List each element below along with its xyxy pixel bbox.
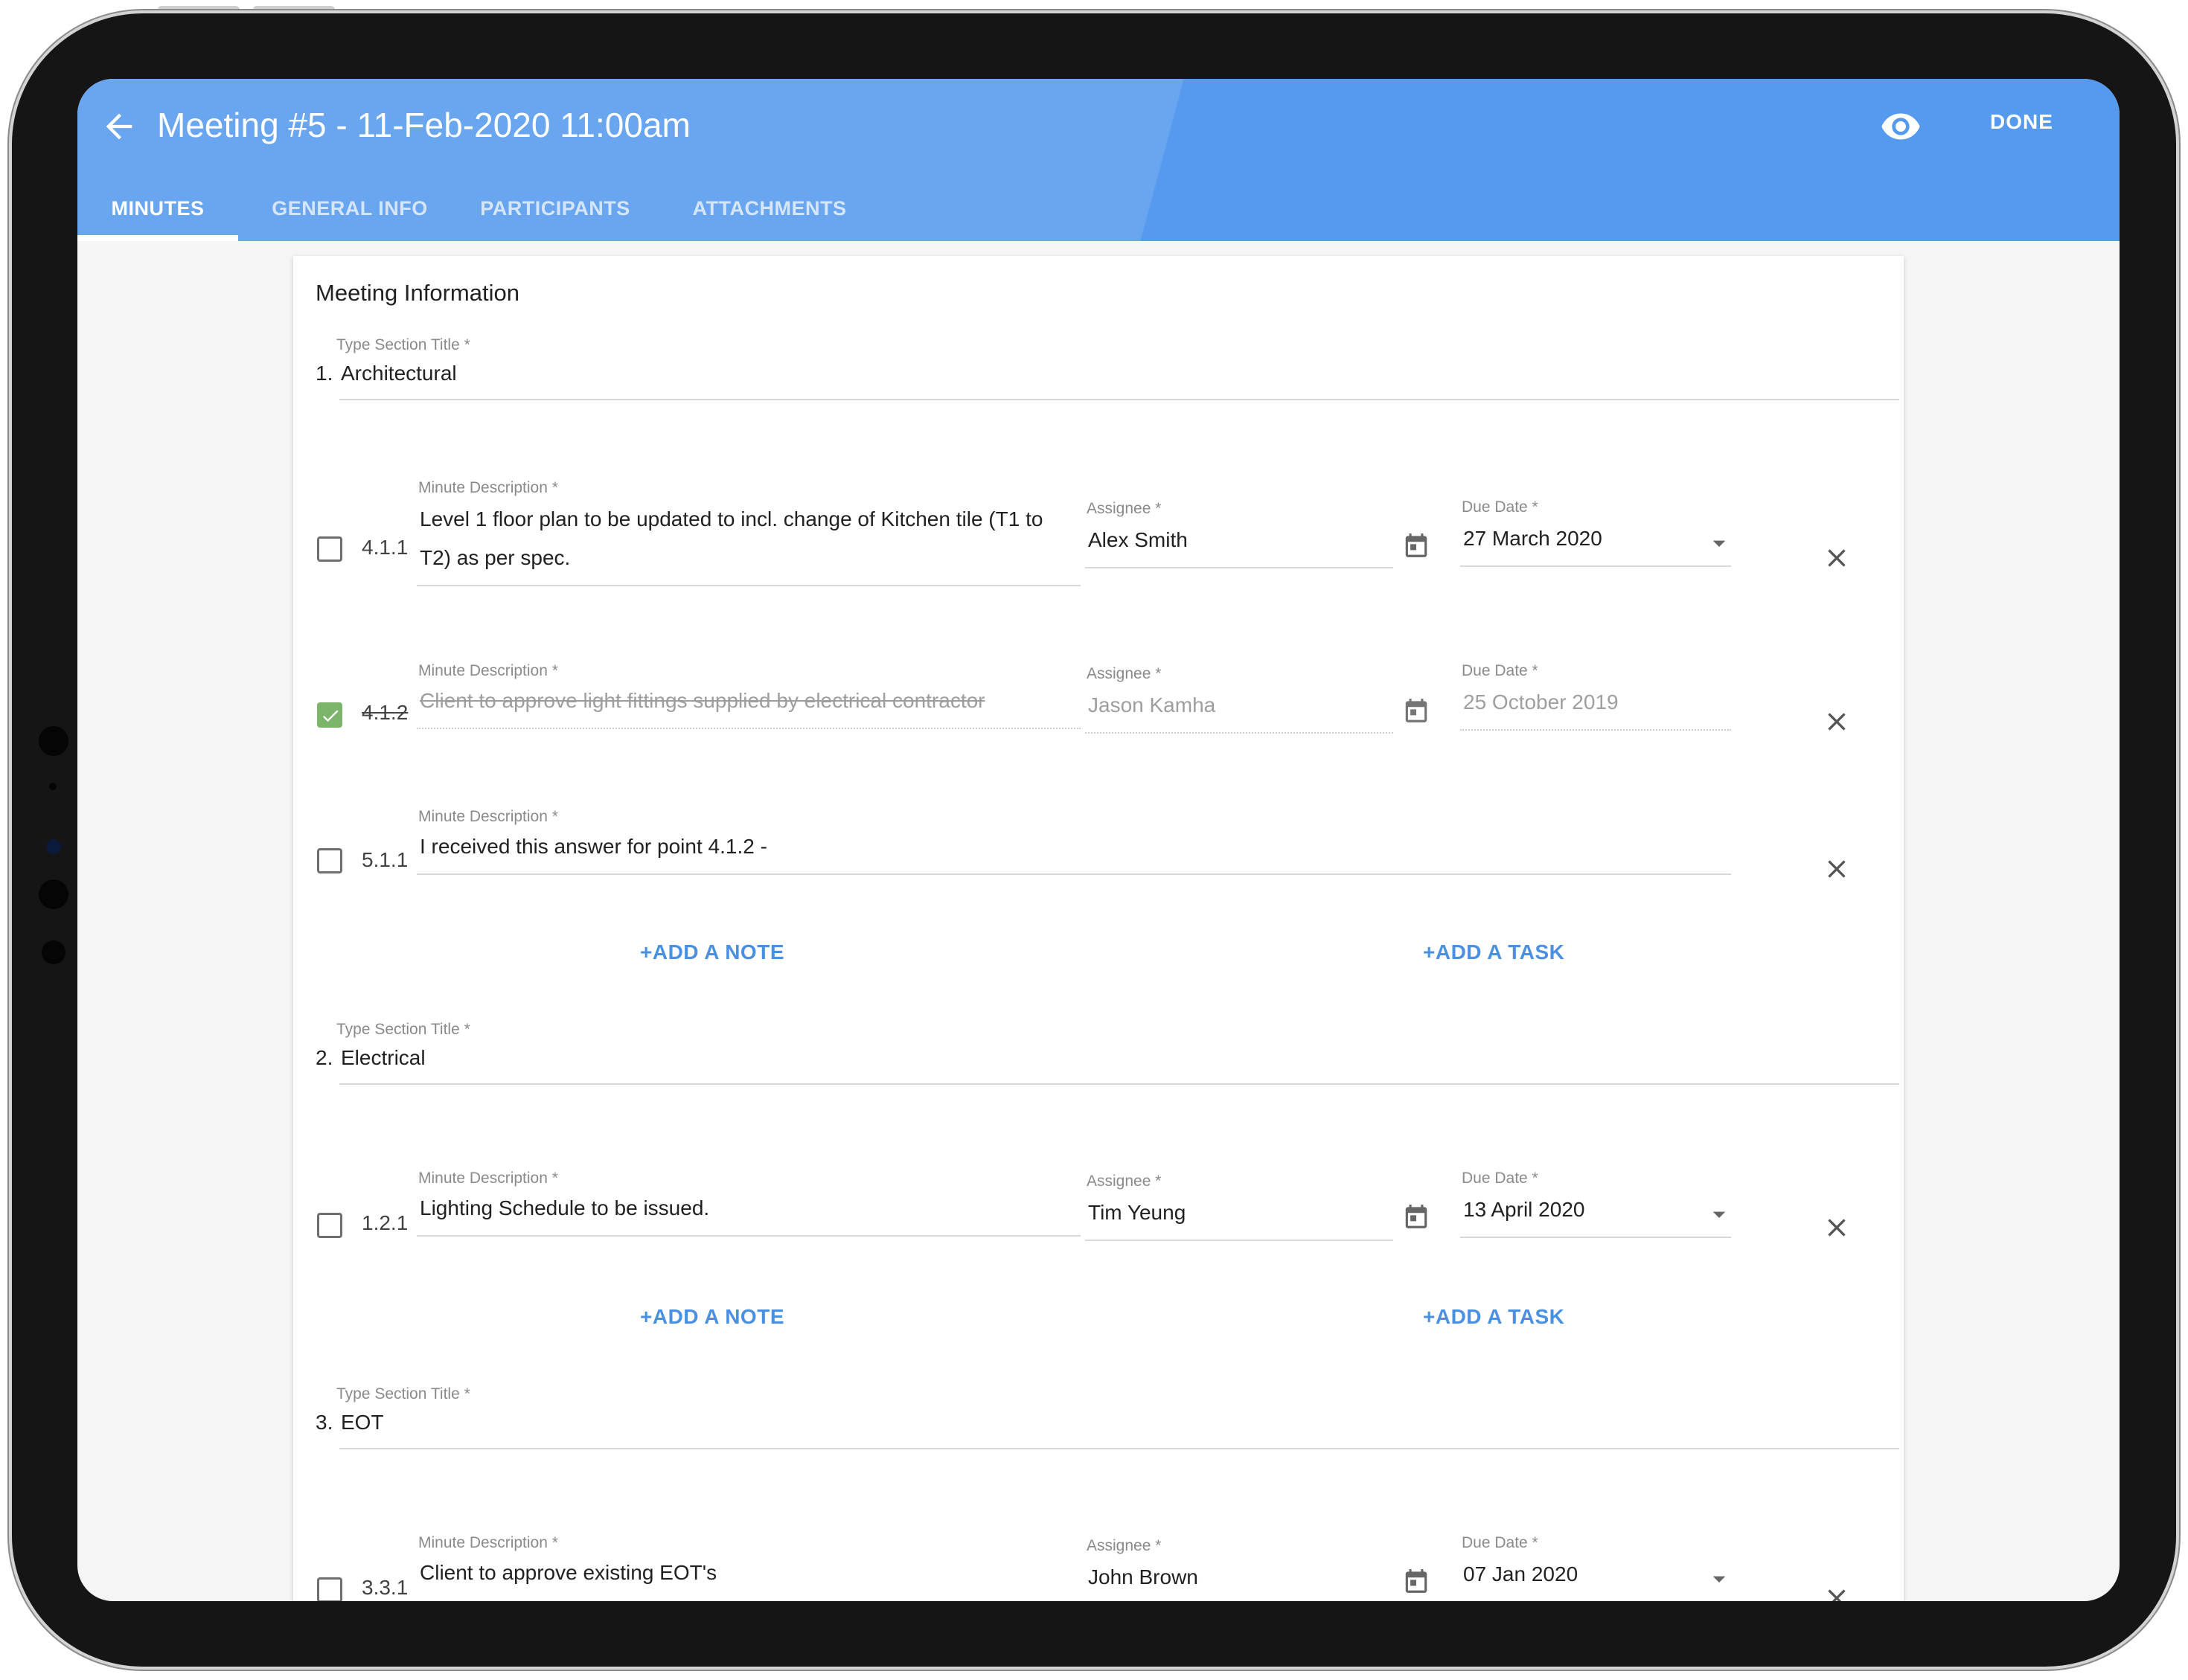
add-task-button[interactable]: +ADD A TASK [1423, 940, 1564, 964]
chevron-down-icon[interactable] [1704, 1199, 1734, 1229]
card-title: Meeting Information [316, 280, 519, 306]
section-title-underline [339, 1083, 1899, 1085]
due-date-label: Due Date * [1462, 1170, 1538, 1187]
section-title-label: Type Section Title * [336, 336, 470, 353]
minute-description-label: Minute Description * [418, 808, 558, 825]
section-title-underline [339, 1448, 1899, 1449]
tab-minutes[interactable]: MINUTES [77, 185, 238, 241]
tab-attachments[interactable]: ATTACHMENTS [688, 185, 851, 241]
sensor-dot [39, 726, 68, 756]
chevron-down-icon[interactable] [1704, 528, 1734, 558]
close-icon[interactable] [1822, 1213, 1852, 1243]
chevron-down-icon[interactable] [1704, 1564, 1734, 1594]
due-date-underline [1460, 565, 1731, 567]
app-screen: Meeting #5 - 11-Feb-2020 11:00am DONE MI… [77, 79, 2120, 1601]
minute-description-input[interactable]: Lighting Schedule to be issued. [420, 1189, 709, 1228]
arrow-left-icon[interactable] [100, 107, 138, 146]
tab-general-info[interactable]: GENERAL INFO [268, 185, 432, 241]
due-date-label: Due Date * [1462, 662, 1538, 679]
minute-description-label: Minute Description * [418, 1534, 558, 1551]
minute-description-input[interactable]: Client to approve existing EOT's [420, 1554, 717, 1592]
check-icon [322, 710, 339, 722]
minute-checkbox[interactable] [317, 536, 342, 562]
minute-number: 1.2.1 [362, 1211, 409, 1234]
assignee-label: Assignee * [1087, 665, 1162, 682]
assignee-underline [1085, 732, 1393, 734]
assignee-input[interactable]: Jason Kamha [1088, 686, 1215, 725]
minute-description-underline [417, 873, 1731, 875]
section-title-label: Type Section Title * [336, 1385, 470, 1402]
minute-description-input[interactable]: I received this answer for point 4.1.2 - [420, 827, 767, 866]
camera-lens [46, 839, 61, 854]
add-task-button[interactable]: +ADD A TASK [1423, 1305, 1564, 1329]
tablet-device: Meeting #5 - 11-Feb-2020 11:00am DONE MI… [0, 0, 2188, 1680]
active-tab-indicator [77, 235, 238, 241]
minute-number: 4.1.2 [362, 701, 409, 724]
assignee-underline [1085, 567, 1393, 568]
assignee-label: Assignee * [1087, 1173, 1162, 1190]
calendar-icon[interactable] [1402, 696, 1430, 725]
due-date-select[interactable]: 13 April 2020 [1463, 1190, 1584, 1229]
minute-description-input[interactable]: Level 1 floor plan to be updated to incl… [420, 500, 1043, 539]
due-date-underline [1460, 1237, 1731, 1238]
close-icon[interactable] [1822, 543, 1852, 573]
sensor-dot [42, 940, 65, 964]
done-button[interactable]: DONE [1990, 110, 2053, 134]
due-date-select[interactable]: 25 October 2019 [1463, 683, 1619, 722]
add-note-button[interactable]: +ADD A NOTE [640, 940, 784, 964]
minute-description-input-line2[interactable]: T2) as per spec. [420, 539, 570, 577]
sensor-dot [49, 783, 57, 790]
eye-icon[interactable] [1880, 106, 1922, 147]
section-title-input[interactable]: Electrical [341, 1039, 426, 1077]
minute-description-input[interactable]: Client to approve light fittings supplie… [420, 682, 985, 720]
minute-description-label: Minute Description * [418, 1170, 558, 1187]
due-date-label: Due Date * [1462, 1534, 1538, 1551]
tab-participants[interactable]: PARTICIPANTS [473, 185, 637, 241]
minute-checkbox-checked[interactable] [317, 702, 342, 728]
assignee-label: Assignee * [1087, 1537, 1162, 1554]
minute-checkbox[interactable] [317, 848, 342, 873]
minute-description-underline [417, 728, 1081, 729]
calendar-icon[interactable] [1402, 1567, 1430, 1595]
minute-number: 5.1.1 [362, 848, 409, 871]
page-title: Meeting #5 - 11-Feb-2020 11:00am [157, 106, 691, 144]
close-icon[interactable] [1822, 1583, 1852, 1601]
due-date-select[interactable]: 07 Jan 2020 [1463, 1555, 1578, 1594]
due-date-label: Due Date * [1462, 498, 1538, 516]
meeting-information-card: Meeting Information Type Section Title *… [293, 256, 1904, 1601]
section-number: 1. [316, 362, 333, 385]
due-date-underline [1460, 729, 1731, 731]
section-title-underline [339, 399, 1899, 400]
minute-description-label: Minute Description * [418, 662, 558, 679]
sensor-dot [39, 879, 68, 909]
close-icon[interactable] [1822, 854, 1852, 884]
calendar-icon[interactable] [1402, 1202, 1430, 1231]
assignee-label: Assignee * [1087, 500, 1162, 517]
minute-description-underline [417, 585, 1081, 586]
calendar-icon[interactable] [1402, 531, 1430, 560]
assignee-underline [1085, 1240, 1393, 1241]
section-number: 2. [316, 1046, 333, 1069]
app-bar: Meeting #5 - 11-Feb-2020 11:00am DONE MI… [77, 79, 2120, 241]
section-title-input[interactable]: EOT [341, 1403, 384, 1442]
due-date-select[interactable]: 27 March 2020 [1463, 519, 1602, 558]
section-title-input[interactable]: Architectural [341, 354, 457, 393]
assignee-input[interactable]: Alex Smith [1088, 521, 1188, 560]
section-number: 3. [316, 1411, 333, 1434]
minute-description-label: Minute Description * [418, 479, 558, 496]
minute-number: 4.1.1 [362, 536, 409, 559]
add-note-button[interactable]: +ADD A NOTE [640, 1305, 784, 1329]
minute-number: 3.3.1 [362, 1576, 409, 1599]
minute-checkbox[interactable] [317, 1577, 342, 1601]
section-title-label: Type Section Title * [336, 1021, 470, 1038]
minute-checkbox[interactable] [317, 1213, 342, 1238]
assignee-input[interactable]: Tim Yeung [1088, 1193, 1186, 1232]
minute-description-underline [417, 1235, 1081, 1237]
assignee-input[interactable]: John Brown [1088, 1558, 1198, 1597]
close-icon[interactable] [1822, 707, 1852, 737]
